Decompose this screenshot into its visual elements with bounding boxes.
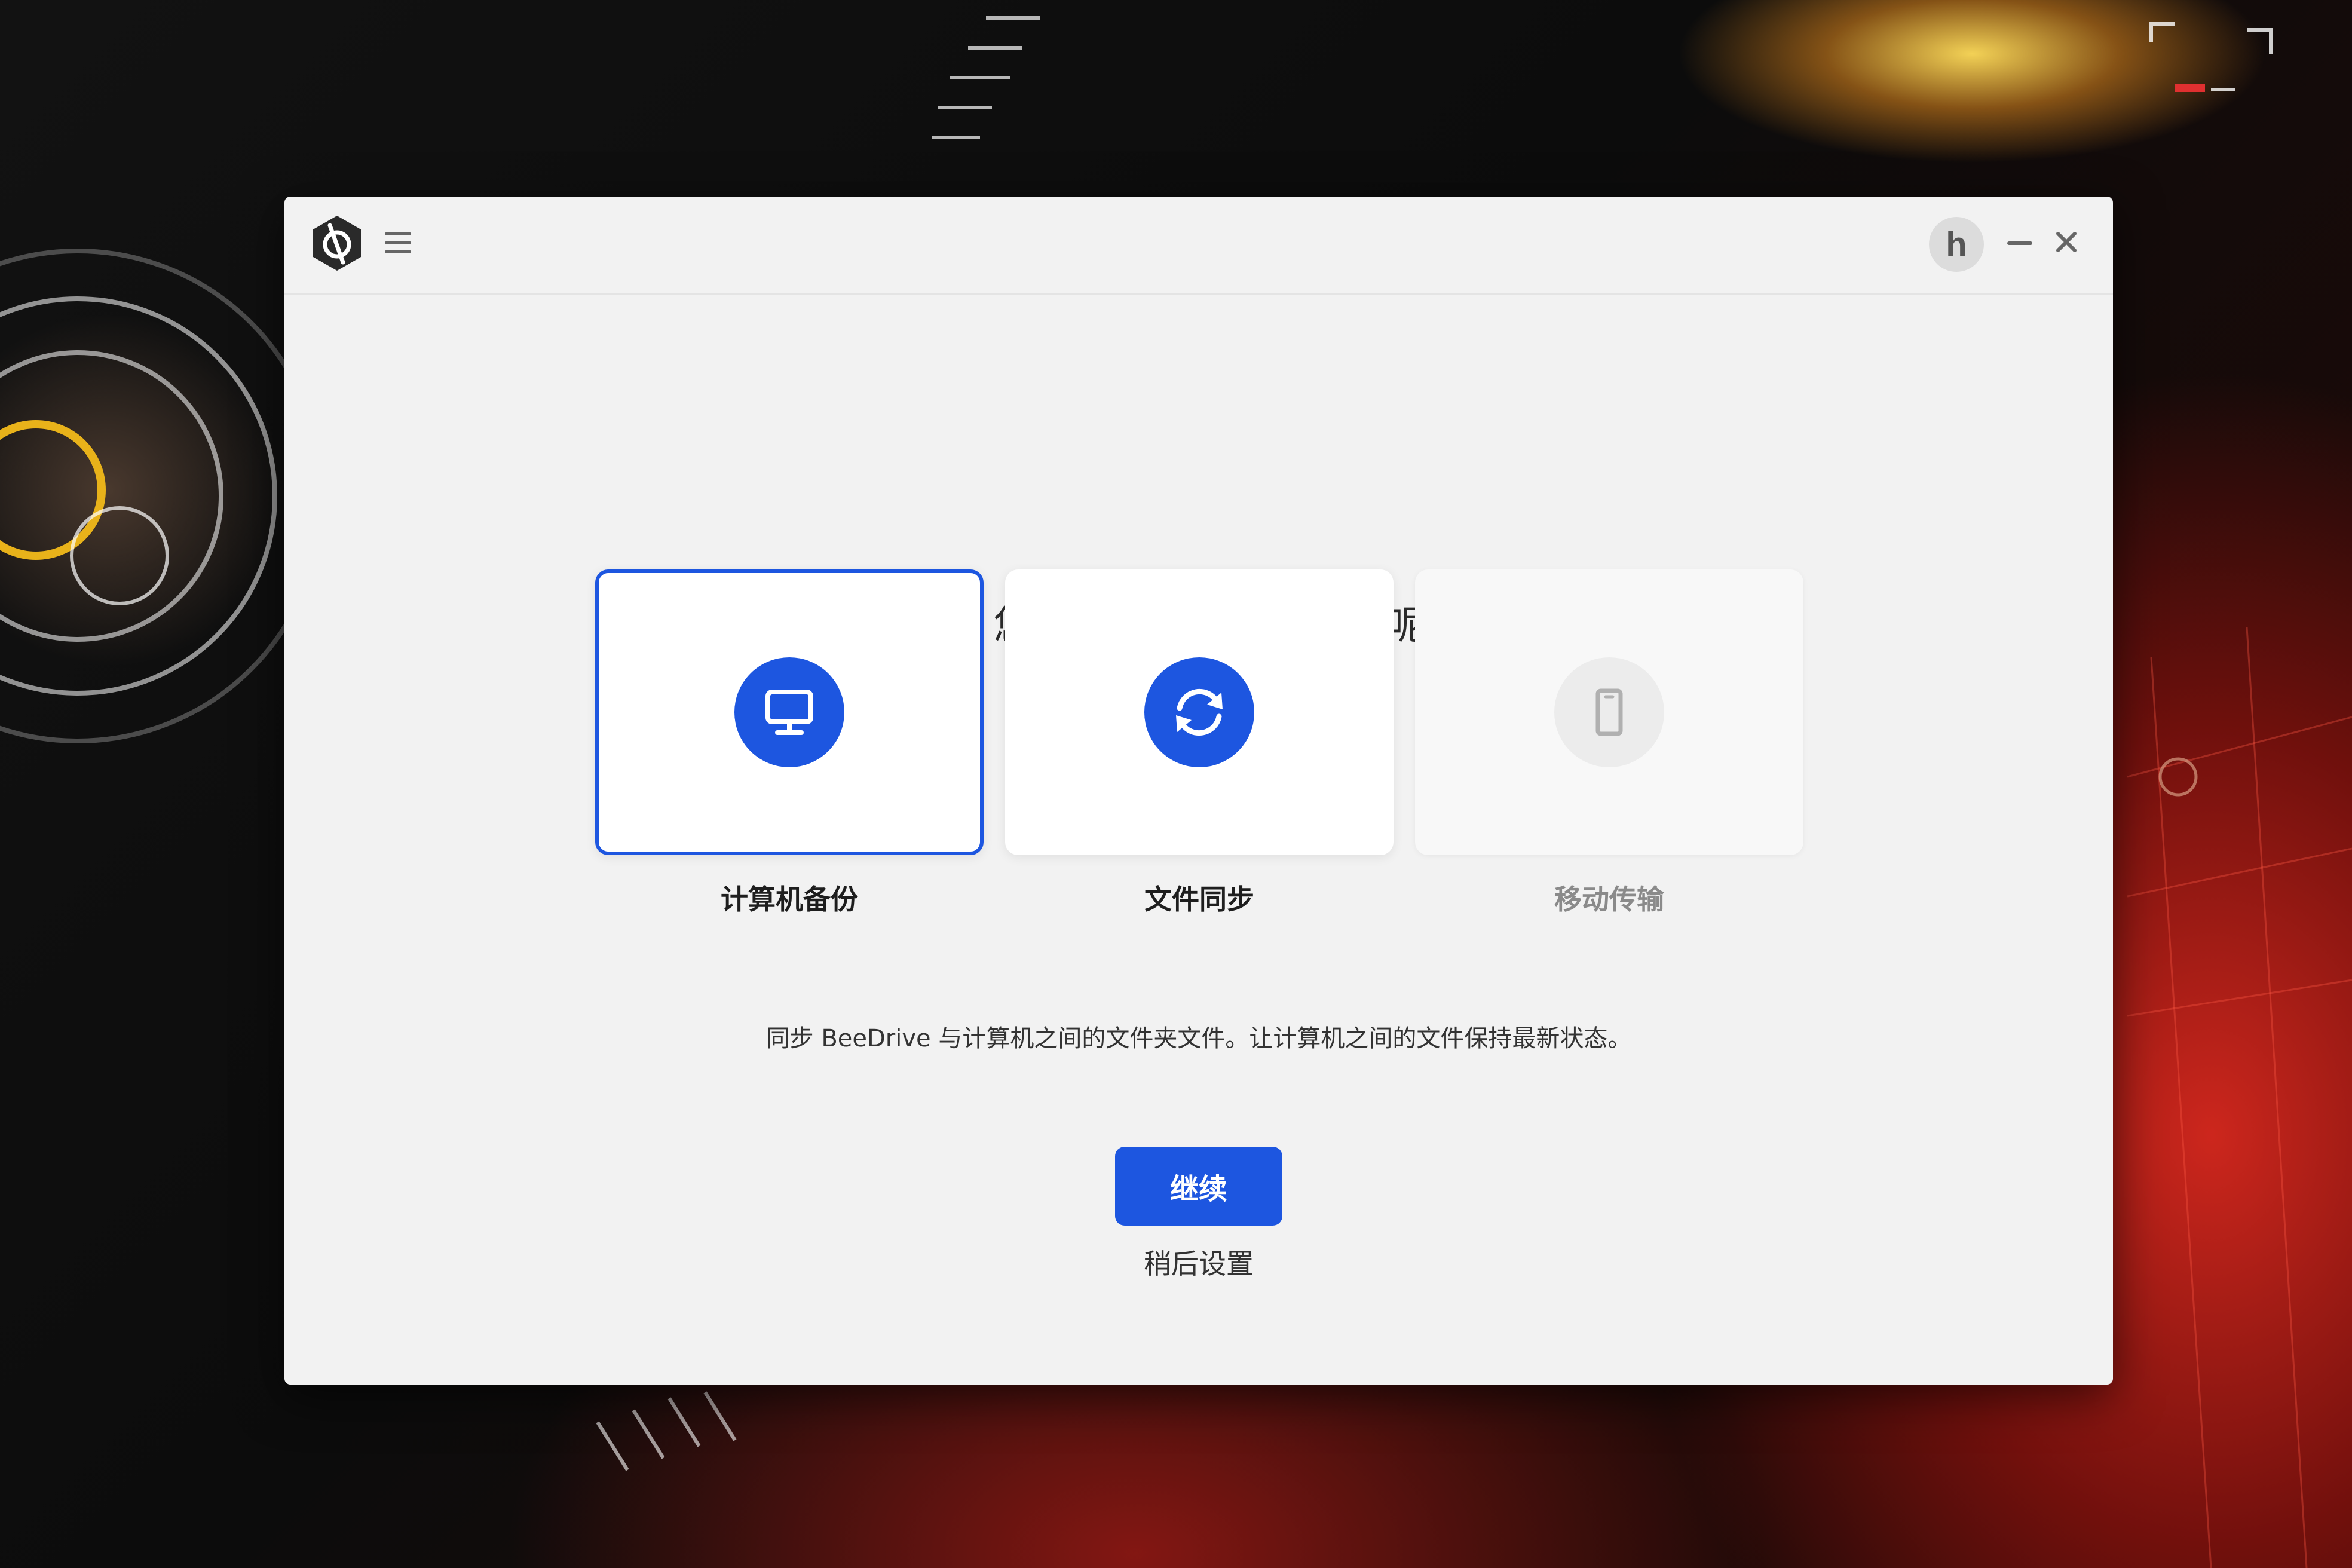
option-label-computer-backup: 计算机备份 [721, 883, 858, 915]
sync-icon [1144, 657, 1254, 767]
beedrive-logo-icon [307, 213, 367, 273]
minimize-button[interactable] [2002, 224, 2038, 260]
option-description: 同步 BeeDrive 与计算机之间的文件夹文件。让计算机之间的文件保持最新状态… [765, 1025, 1632, 1052]
monitor-icon [734, 657, 844, 767]
option-label-file-sync: 文件同步 [1144, 883, 1254, 915]
title-bar: h [284, 197, 2113, 295]
mobile-phone-icon [1554, 657, 1664, 767]
user-avatar[interactable]: h [1929, 217, 1984, 272]
minimize-icon [2007, 241, 2032, 245]
option-card-mobile-transfer [1415, 569, 1803, 855]
setup-later-link[interactable]: 稍后设置 [284, 1242, 2113, 1282]
hamburger-menu-icon[interactable] [382, 229, 414, 258]
beedrive-setup-window: h hu 您好，今天想设置什么呢？ [284, 197, 2113, 1385]
close-button[interactable] [2048, 224, 2084, 260]
option-card-computer-backup[interactable] [595, 569, 984, 855]
option-card-file-sync[interactable] [1005, 569, 1394, 855]
close-icon [2056, 232, 2077, 252]
continue-button[interactable]: 继续 [1115, 1147, 1282, 1226]
option-label-mobile-transfer: 移动传输 [1554, 883, 1664, 915]
